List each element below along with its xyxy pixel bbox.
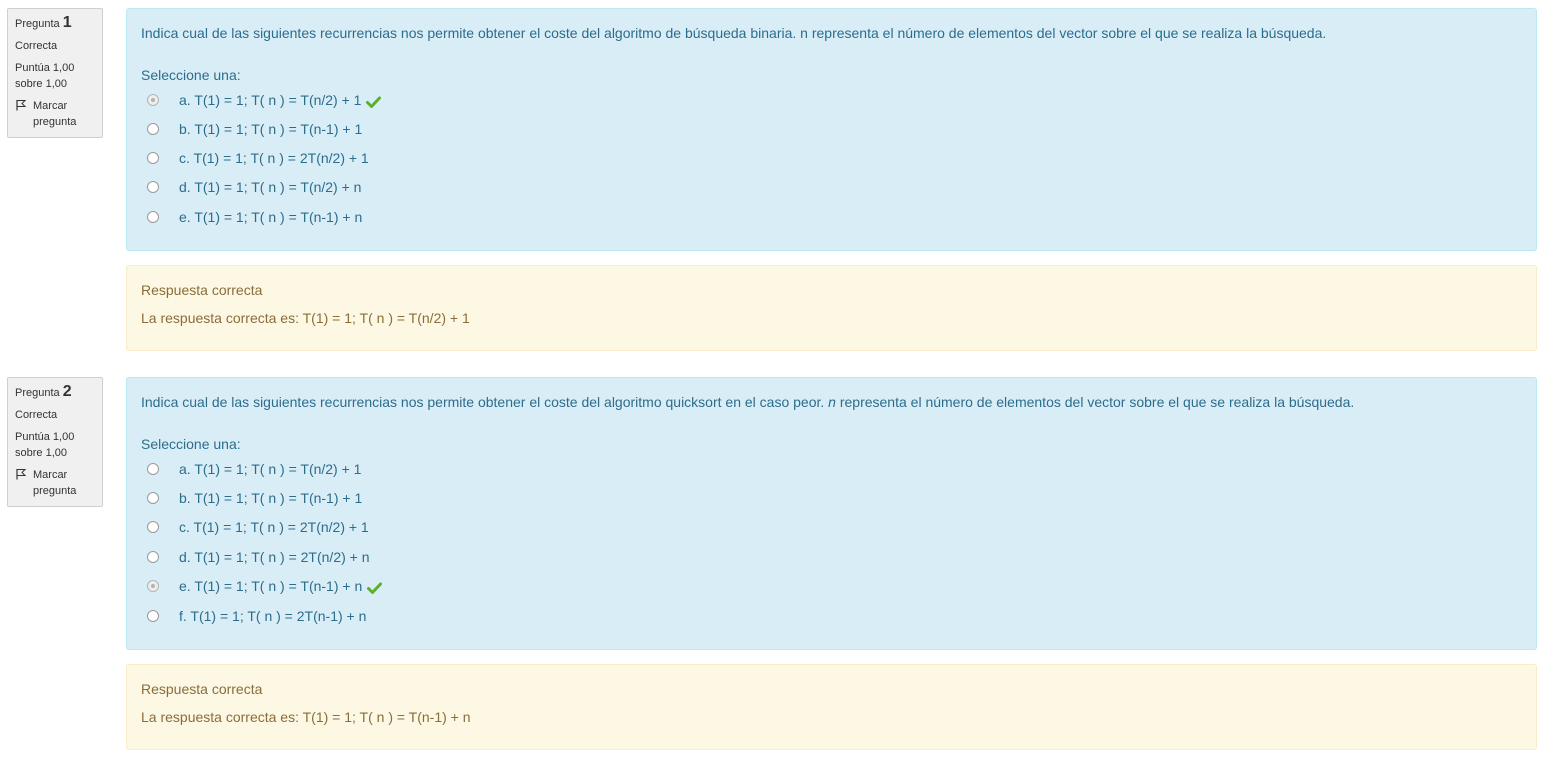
answer-radio[interactable] — [147, 123, 159, 135]
flag-question-link[interactable]: Marcar pregunta — [15, 98, 95, 130]
answer-radio[interactable] — [147, 181, 159, 193]
answer-radio[interactable] — [147, 580, 159, 592]
answer-label: b. T(1) = 1; T( n ) = T(n-1) + 1 — [179, 121, 363, 137]
question-info: Pregunta 1 Correcta Puntúa 1,00 sobre 1,… — [7, 8, 103, 138]
question-formulation: Indica cual de las siguientes recurrenci… — [126, 377, 1537, 650]
answer-radio[interactable] — [147, 211, 159, 223]
answer-radio[interactable] — [147, 492, 159, 504]
answer-label: f. T(1) = 1; T( n ) = 2T(n-1) + n — [179, 608, 367, 624]
answer-radio[interactable] — [147, 463, 159, 475]
question-grade: Puntúa 1,00 sobre 1,00 — [15, 431, 75, 459]
answer-option[interactable]: b. T(1) = 1; T( n ) = T(n-1) + 1 — [147, 488, 362, 508]
flag-label: Marcar pregunta — [33, 100, 77, 128]
answer-radio[interactable] — [147, 610, 159, 622]
answer-label: c. T(1) = 1; T( n ) = 2T(n/2) + 1 — [179, 519, 369, 535]
answer-option[interactable]: f. T(1) = 1; T( n ) = 2T(n-1) + n — [147, 606, 366, 626]
checkmark-icon — [366, 96, 382, 108]
question-state: Correcta — [15, 40, 58, 52]
answer-prompt: Seleccione una: — [141, 67, 241, 83]
question-text: Indica cual de las siguientes recurrenci… — [141, 394, 1355, 410]
answer-option[interactable]: e. T(1) = 1; T( n ) = T(n-1) + n — [147, 576, 383, 596]
answer-option[interactable]: c. T(1) = 1; T( n ) = 2T(n/2) + 1 — [147, 148, 369, 168]
answer-label: a. T(1) = 1; T( n ) = T(n/2) + 1 — [179, 461, 362, 477]
answer-radio[interactable] — [147, 94, 159, 106]
answer-option[interactable]: a. T(1) = 1; T( n ) = T(n/2) + 1 — [147, 90, 382, 110]
question-text: Indica cual de las siguientes recurrenci… — [141, 25, 1327, 41]
question-grade: Puntúa 1,00 sobre 1,00 — [15, 62, 75, 90]
flag-question-link[interactable]: Marcar pregunta — [15, 467, 95, 499]
answer-option[interactable]: a. T(1) = 1; T( n ) = T(n/2) + 1 — [147, 459, 361, 479]
feedback-title: Respuesta correcta — [141, 282, 263, 298]
checkmark-icon — [367, 582, 383, 594]
answer-label: b. T(1) = 1; T( n ) = T(n-1) + 1 — [179, 490, 363, 506]
answer-option[interactable]: d. T(1) = 1; T( n ) = 2T(n/2) + n — [147, 547, 370, 567]
answer-option[interactable]: d. T(1) = 1; T( n ) = T(n/2) + n — [147, 177, 361, 197]
answer-label: a. T(1) = 1; T( n ) = T(n/2) + 1 — [179, 92, 362, 108]
flag-icon — [16, 469, 27, 480]
answer-label: e. T(1) = 1; T( n ) = T(n-1) + n — [179, 209, 363, 225]
answer-radio[interactable] — [147, 521, 159, 533]
question-formulation: Indica cual de las siguientes recurrenci… — [126, 8, 1537, 251]
feedback-title: Respuesta correcta — [141, 681, 263, 697]
answer-label: e. T(1) = 1; T( n ) = T(n-1) + n — [179, 578, 363, 594]
flag-label: Marcar pregunta — [33, 469, 77, 497]
answer-label: d. T(1) = 1; T( n ) = 2T(n/2) + n — [179, 549, 370, 565]
answer-option[interactable]: c. T(1) = 1; T( n ) = 2T(n/2) + 1 — [147, 517, 369, 537]
question-feedback: Respuesta correcta La respuesta correcta… — [126, 265, 1537, 351]
question-number: Pregunta 2 — [15, 383, 72, 400]
question-info: Pregunta 2 Correcta Puntúa 1,00 sobre 1,… — [7, 377, 103, 507]
right-answer: La respuesta correcta es: T(1) = 1; T( n… — [141, 709, 471, 725]
answer-prompt: Seleccione una: — [141, 436, 241, 452]
answer-label: c. T(1) = 1; T( n ) = 2T(n/2) + 1 — [179, 150, 369, 166]
answer-option[interactable]: b. T(1) = 1; T( n ) = T(n-1) + 1 — [147, 119, 362, 139]
answer-radio[interactable] — [147, 551, 159, 563]
question-number: Pregunta 1 — [15, 14, 72, 31]
answer-radio[interactable] — [147, 152, 159, 164]
answer-label: d. T(1) = 1; T( n ) = T(n/2) + n — [179, 179, 362, 195]
question-state: Correcta — [15, 409, 58, 421]
answer-option[interactable]: e. T(1) = 1; T( n ) = T(n-1) + n — [147, 207, 362, 227]
flag-icon — [16, 100, 27, 111]
question-feedback: Respuesta correcta La respuesta correcta… — [126, 664, 1537, 750]
right-answer: La respuesta correcta es: T(1) = 1; T( n… — [141, 310, 470, 326]
